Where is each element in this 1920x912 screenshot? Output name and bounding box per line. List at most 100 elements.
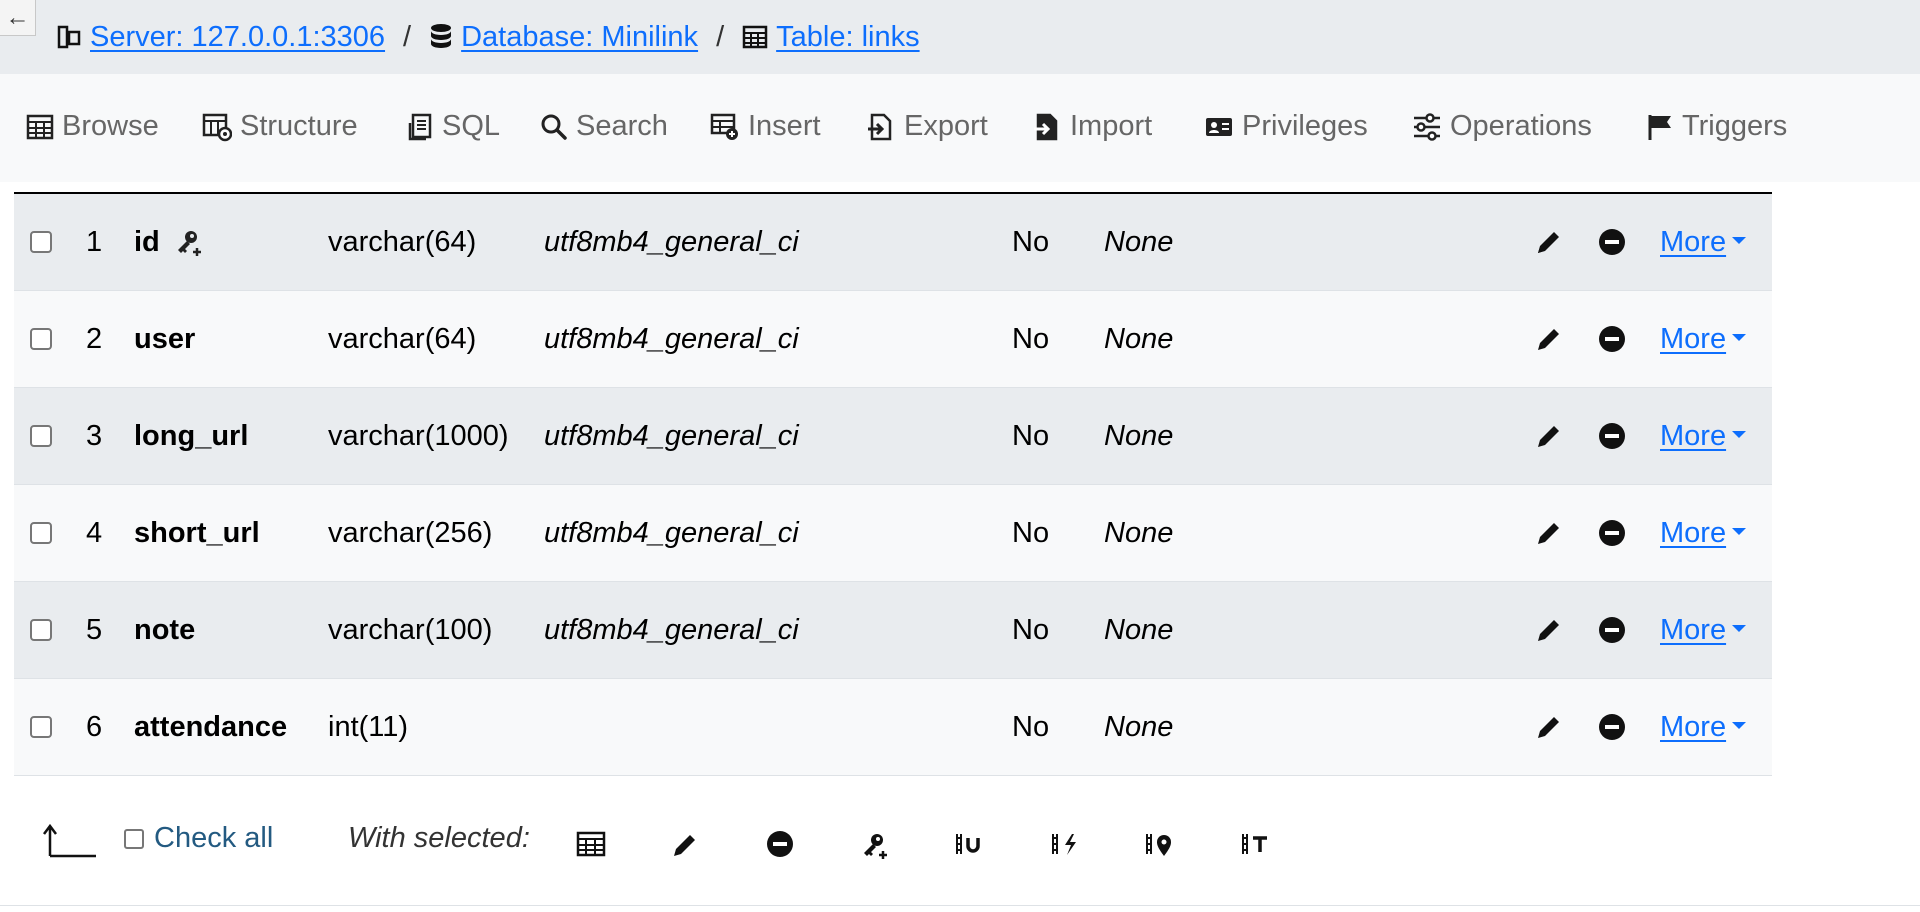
column-name: id [134, 225, 160, 258]
change-button[interactable] [1534, 388, 1564, 484]
check-all-checkbox[interactable] [124, 828, 144, 849]
row-checkbox[interactable] [30, 231, 52, 253]
caret-down-icon [1732, 236, 1747, 244]
browse-icon[interactable] [576, 830, 606, 858]
row-checkbox[interactable] [30, 522, 52, 544]
column-type: varchar(64) [328, 225, 477, 258]
fulltext-icon[interactable] [1240, 830, 1272, 858]
tab-privileges-label: Privileges [1242, 110, 1368, 142]
pencil-icon [1538, 620, 1559, 641]
drop-icon[interactable] [766, 830, 794, 858]
more-dropdown[interactable]: More [1660, 322, 1747, 356]
tab-structure[interactable]: Structure [202, 110, 358, 143]
search-icon [541, 114, 567, 140]
tab-structure-label: Structure [240, 110, 358, 142]
drop-button[interactable] [1598, 291, 1626, 387]
drop-button[interactable] [1598, 388, 1626, 484]
column-default: None [1104, 710, 1174, 743]
tab-search[interactable]: Search [540, 110, 668, 143]
row-checkbox[interactable] [30, 716, 52, 738]
caret-down-icon [1732, 430, 1747, 438]
column-type: varchar(100) [328, 613, 493, 646]
row-checkbox[interactable] [30, 328, 52, 350]
pencil-icon [1538, 523, 1559, 544]
caret-down-icon [1732, 721, 1747, 729]
column-collation: utf8mb4_general_ci [544, 225, 799, 258]
spatial-icon[interactable] [1144, 830, 1176, 858]
privileges-icon [1206, 117, 1232, 136]
more-dropdown[interactable]: More [1660, 226, 1747, 259]
table-row: 6 attendance int(11) No None More [14, 679, 1772, 776]
change-button[interactable] [1534, 291, 1564, 387]
column-type: varchar(1000) [328, 419, 509, 452]
breadcrumb-bar: ← Server: 127.0.0.1:3306 / Database: Min… [0, 0, 1920, 74]
caret-down-icon [1732, 527, 1747, 535]
table-icon [26, 114, 54, 139]
more-label: More [1660, 613, 1727, 646]
primary-key-icon[interactable] [860, 830, 890, 860]
tab-privileges[interactable]: Privileges [1204, 110, 1368, 143]
sql-icon [408, 113, 432, 140]
tab-insert-label: Insert [748, 110, 821, 142]
breadcrumb-database-link[interactable]: Database: Minilink [461, 21, 698, 54]
tab-operations[interactable]: Operations [1412, 110, 1592, 143]
primary-key-icon [177, 231, 201, 256]
index-icon[interactable] [1050, 830, 1082, 858]
change-button[interactable] [1534, 679, 1564, 775]
more-dropdown[interactable]: More [1660, 613, 1747, 647]
tab-insert[interactable]: Insert [710, 110, 821, 143]
column-default: None [1104, 419, 1174, 452]
drop-button[interactable] [1598, 194, 1626, 290]
change-icon[interactable] [670, 830, 700, 860]
back-button[interactable]: ← [0, 0, 36, 36]
column-number: 5 [86, 613, 103, 646]
tab-bar: Browse Structure SQL Search Insert Expor… [0, 74, 1920, 182]
drop-button[interactable] [1598, 679, 1626, 775]
tab-import[interactable]: Import [1032, 110, 1152, 143]
unique-icon[interactable] [954, 830, 986, 858]
breadcrumb-server-link[interactable]: Server: 127.0.0.1:3306 [90, 21, 385, 54]
tab-export[interactable]: Export [866, 110, 988, 143]
change-button[interactable] [1534, 582, 1564, 678]
insert-icon [710, 113, 738, 140]
column-null: No [1012, 613, 1050, 646]
database-icon [431, 24, 452, 48]
more-dropdown[interactable]: More [1660, 419, 1747, 453]
table-row: 4 short_url varchar(256) utf8mb4_general… [14, 485, 1772, 582]
table-row: 2 user varchar(64) utf8mb4_general_ci No… [14, 291, 1772, 388]
more-label: More [1660, 710, 1727, 743]
more-dropdown[interactable]: More [1660, 710, 1747, 744]
breadcrumb-table-link[interactable]: Table: links [776, 21, 919, 54]
tab-search-label: Search [576, 110, 668, 142]
tab-browse[interactable]: Browse [26, 110, 159, 143]
column-type: varchar(256) [328, 516, 493, 549]
tab-triggers[interactable]: Triggers [1646, 110, 1787, 143]
column-name: short_url [134, 516, 260, 549]
drop-icon [1599, 326, 1625, 352]
more-dropdown[interactable]: More [1660, 516, 1747, 550]
more-label: More [1660, 516, 1727, 549]
arrow-up-left-icon [43, 823, 96, 858]
check-all-label: Check all [154, 822, 274, 854]
operations-icon [1414, 112, 1440, 141]
column-type: varchar(64) [328, 322, 477, 355]
drop-icon [1599, 520, 1625, 546]
more-label: More [1660, 419, 1727, 452]
more-label: More [1660, 322, 1727, 355]
change-button[interactable] [1534, 194, 1564, 290]
tab-export-label: Export [904, 110, 988, 142]
drop-button[interactable] [1598, 485, 1626, 581]
row-checkbox[interactable] [30, 619, 52, 641]
check-all[interactable]: Check all [124, 822, 273, 855]
column-name: note [134, 613, 196, 646]
pencil-icon [1538, 426, 1559, 447]
pencil-icon [1538, 232, 1559, 253]
drop-button[interactable] [1598, 582, 1626, 678]
column-number: 2 [86, 322, 103, 355]
tab-browse-label: Browse [62, 110, 159, 142]
column-default: None [1104, 322, 1174, 355]
change-button[interactable] [1534, 485, 1564, 581]
tab-sql[interactable]: SQL [408, 110, 500, 143]
row-checkbox[interactable] [30, 425, 52, 447]
column-number: 6 [86, 710, 103, 743]
